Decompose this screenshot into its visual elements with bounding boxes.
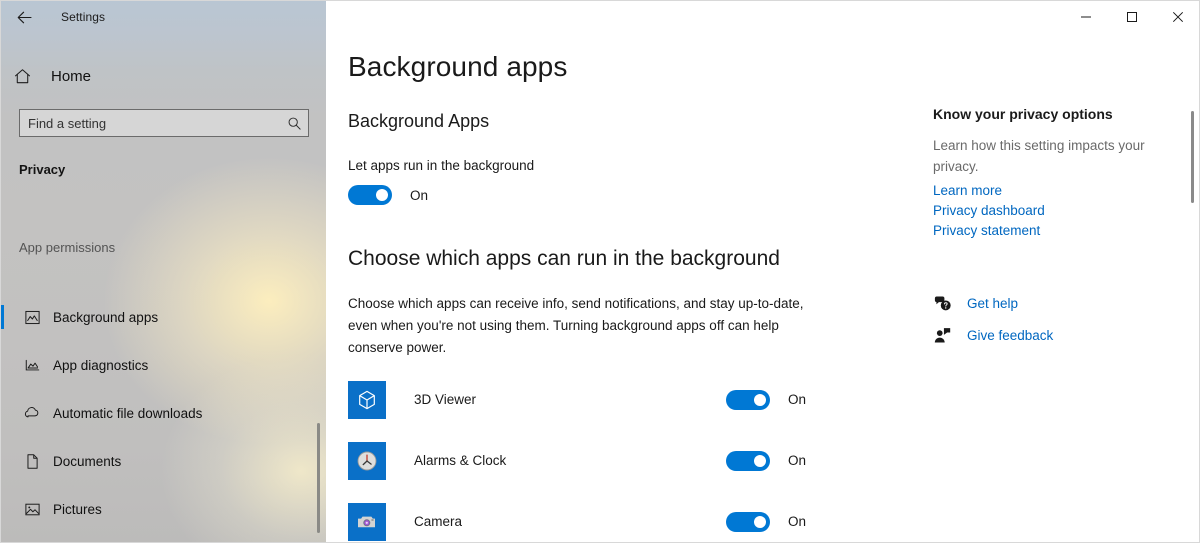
privacy-statement-link[interactable]: Privacy statement xyxy=(933,221,1045,241)
give-feedback-label: Give feedback xyxy=(967,327,1054,343)
section-description: Choose which apps can receive info, send… xyxy=(348,296,804,355)
main-content: Background apps Background Apps Let apps… xyxy=(326,1,1199,542)
sidebar-item-pictures[interactable]: Pictures xyxy=(1,485,326,533)
search-input[interactable] xyxy=(20,110,280,136)
close-button[interactable] xyxy=(1155,1,1199,33)
pictures-icon xyxy=(15,501,49,518)
sidebar-item-label: Background apps xyxy=(53,309,159,325)
toggle-knob xyxy=(754,393,766,406)
home-label: Home xyxy=(51,67,92,85)
sidebar-nav-list: Background apps App diagnostics Automati… xyxy=(1,293,326,533)
master-toggle-label: Let apps run in the background xyxy=(348,158,535,173)
search-icon[interactable] xyxy=(280,116,308,131)
app-toggle-state: On xyxy=(788,453,807,468)
camera-icon xyxy=(348,502,386,541)
minimize-button[interactable] xyxy=(1063,1,1109,33)
sidebar-item-label: Pictures xyxy=(53,501,102,517)
back-arrow-icon xyxy=(16,9,33,26)
sidebar-item-automatic-file-downloads[interactable]: Automatic file downloads xyxy=(1,389,326,437)
app-row: Alarms & Clock On xyxy=(348,430,810,491)
sidebar-item-documents[interactable]: Documents xyxy=(1,437,326,485)
get-help-row[interactable]: Get help xyxy=(933,287,1053,319)
app-name: Alarms & Clock xyxy=(414,453,507,468)
app-toggle[interactable] xyxy=(726,389,770,410)
home-icon xyxy=(13,67,53,86)
question-bubble-icon xyxy=(933,294,963,313)
toggle-knob xyxy=(754,454,766,467)
sidebar-scrollbar[interactable] xyxy=(313,33,323,542)
app-toggle-state: On xyxy=(788,514,807,529)
window-controls xyxy=(1063,1,1199,33)
app-row: Camera On xyxy=(348,491,810,542)
search-box[interactable] xyxy=(19,109,309,137)
sidebar-titlebar: Settings xyxy=(1,1,326,33)
3d-viewer-icon xyxy=(348,380,386,419)
main-scrollbar-thumb[interactable] xyxy=(1191,111,1194,203)
app-list: 3D Viewer On Alarms & Clock On Camera On xyxy=(348,369,810,542)
privacy-dashboard-link[interactable]: Privacy dashboard xyxy=(933,201,1045,221)
window-title: Settings xyxy=(61,10,106,24)
sidebar-item-home[interactable]: Home xyxy=(1,60,326,92)
sidebar-item-background-apps[interactable]: Background apps xyxy=(1,293,326,341)
app-toggle-state: On xyxy=(788,392,807,407)
document-icon xyxy=(15,453,49,470)
alarms-clock-icon xyxy=(348,441,386,480)
sidebar-scrollbar-thumb[interactable] xyxy=(317,423,320,533)
info-panel-links: Learn more Privacy dashboard Privacy sta… xyxy=(933,181,1045,241)
app-toggle-row: On xyxy=(726,389,807,410)
app-row: 3D Viewer On xyxy=(348,369,810,430)
info-panel-title: Know your privacy options xyxy=(933,106,1113,122)
app-toggle-row: On xyxy=(726,450,807,471)
sidebar-item-label: Automatic file downloads xyxy=(53,405,203,421)
back-button[interactable] xyxy=(1,1,47,33)
selection-indicator xyxy=(1,305,4,329)
maximize-icon xyxy=(1126,11,1138,23)
app-toggle[interactable] xyxy=(726,511,770,532)
sidebar-group-title: Privacy xyxy=(19,162,66,177)
background-apps-icon xyxy=(15,309,49,326)
master-toggle-state: On xyxy=(410,187,429,203)
toggle-knob xyxy=(754,515,766,528)
sidebar-item-app-diagnostics[interactable]: App diagnostics xyxy=(1,341,326,389)
app-toggle[interactable] xyxy=(726,450,770,471)
app-name: 3D Viewer xyxy=(414,392,477,407)
sidebar-section-label: App permissions xyxy=(19,240,116,255)
settings-sidebar: Settings Home Privacy App permissions xyxy=(1,1,326,542)
maximize-button[interactable] xyxy=(1109,1,1155,33)
learn-more-link[interactable]: Learn more xyxy=(933,181,1045,201)
sidebar-item-label: App diagnostics xyxy=(53,357,149,373)
close-icon xyxy=(1172,11,1184,23)
app-name: Camera xyxy=(414,514,463,529)
cloud-download-icon xyxy=(15,404,49,423)
toggle-knob xyxy=(376,189,388,201)
let-apps-run-toggle[interactable] xyxy=(348,185,392,205)
help-links: Get help Give feedback xyxy=(933,287,1053,351)
get-help-label: Get help xyxy=(967,295,1019,311)
minimize-icon xyxy=(1080,11,1092,23)
give-feedback-row[interactable]: Give feedback xyxy=(933,319,1053,351)
page-title: Background apps xyxy=(348,51,568,82)
sidebar-item-label: Documents xyxy=(53,453,122,469)
sub-heading: Background Apps xyxy=(348,111,490,131)
app-toggle-row: On xyxy=(726,511,807,532)
master-toggle-row: On xyxy=(348,185,428,205)
section-heading: Choose which apps can run in the backgro… xyxy=(348,247,780,270)
feedback-person-icon xyxy=(933,326,963,345)
app-diagnostics-icon xyxy=(15,357,49,374)
settings-window: Settings Home Privacy App permissions xyxy=(0,0,1200,543)
info-panel-body: Learn how this setting impacts your priv… xyxy=(933,138,1145,174)
